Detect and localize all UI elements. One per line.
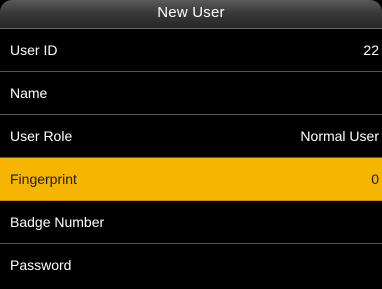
- menu-item-label: User ID: [10, 42, 58, 58]
- menu-item-label: User Role: [10, 128, 73, 144]
- title-bar: New User: [0, 0, 382, 29]
- menu-item-label: Password: [10, 257, 72, 273]
- page-title: New User: [157, 4, 225, 21]
- menu-item-user-id[interactable]: User ID 22: [0, 29, 382, 72]
- menu-item-value: 0: [371, 171, 379, 187]
- menu-item-fingerprint[interactable]: Fingerprint 0: [0, 158, 382, 201]
- menu-item-user-role[interactable]: User Role Normal User: [0, 115, 382, 158]
- menu-item-password[interactable]: Password: [0, 244, 382, 288]
- menu-list: User ID 22 Name User Role Normal User Fi…: [0, 29, 382, 289]
- menu-item-label: Fingerprint: [10, 171, 77, 187]
- menu-item-label: Badge Number: [10, 214, 105, 230]
- menu-item-value: Normal User: [300, 128, 379, 144]
- menu-item-value: 22: [363, 42, 379, 58]
- new-user-screen: New User User ID 22 Name User Role Norma…: [0, 0, 382, 289]
- menu-item-badge-number[interactable]: Badge Number: [0, 201, 382, 244]
- menu-item-label: Name: [10, 85, 48, 101]
- menu-item-name[interactable]: Name: [0, 72, 382, 115]
